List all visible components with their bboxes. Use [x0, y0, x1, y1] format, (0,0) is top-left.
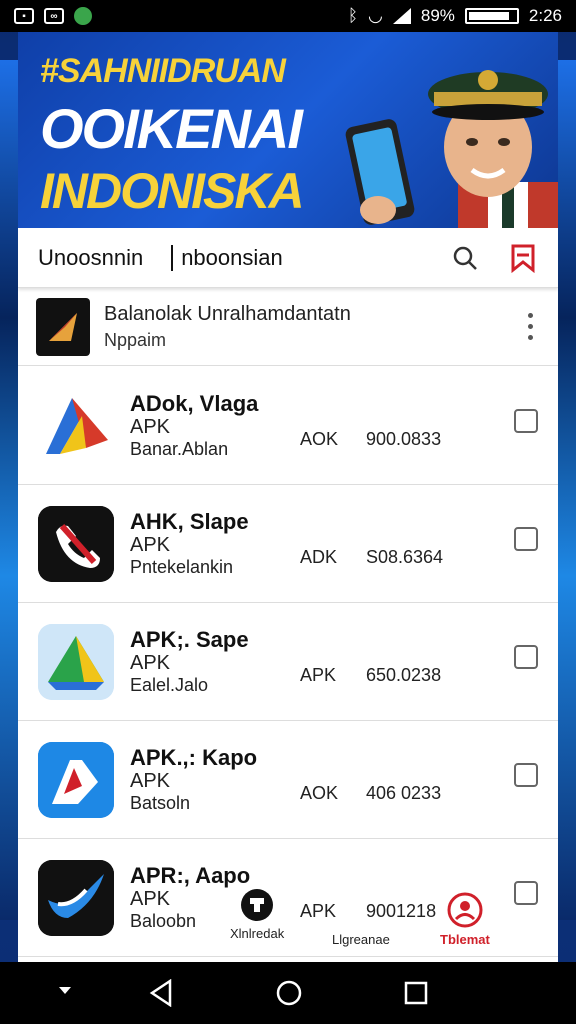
bluetooth-icon: ᛒ — [347, 6, 359, 25]
home-circle-icon[interactable] — [276, 980, 302, 1006]
user-icon — [447, 892, 483, 928]
app-developer: Banar.Ablan — [130, 439, 229, 459]
bottom-tab-bar: Xlnlredak Llgreanae Tblemat — [210, 888, 510, 954]
list-item[interactable]: AHK, Slape APK Pntekelankin ADK S08.6364 — [18, 485, 558, 603]
featured-logo-icon — [36, 297, 90, 356]
select-checkbox[interactable] — [514, 409, 538, 433]
photo-icon: ▪ — [14, 8, 34, 24]
signal-icon — [392, 8, 411, 24]
clock: 2:26 — [528, 6, 562, 25]
recents-icon[interactable] — [404, 981, 428, 1005]
ap-logo-icon — [38, 741, 114, 818]
tab-label: Tblemat — [440, 932, 490, 947]
app-type: APK — [130, 416, 171, 438]
list-item[interactable]: APK.,: Kapo APK Batsoln AOK 406 0233 — [18, 721, 558, 839]
app-developer: Ealel.Jalo — [130, 675, 209, 695]
app-name: APK.,: Kapo — [130, 745, 258, 770]
soldier-illustration — [345, 70, 558, 228]
triangle-logo-icon — [38, 623, 114, 700]
status-bar: ▪ ∞ ᛒ ◡ 89% 2:26 — [0, 0, 576, 32]
list-item[interactable]: APK;. Sape APK Ealel.Jalo APK 650.0238 — [18, 603, 558, 721]
decor-right — [558, 60, 576, 920]
app-type: APK — [130, 652, 171, 674]
app-developer: Baloobn — [130, 911, 197, 931]
toolbar: Unoosnnin nboonsian — [18, 228, 558, 288]
featured-title: Balanolak Unralhamdantatn — [104, 302, 351, 325]
decor-left — [0, 60, 18, 920]
app-developer: Pntekelankin — [130, 557, 234, 577]
app-developer: Batsoln — [130, 793, 191, 813]
home-icon — [241, 889, 274, 921]
tab-home[interactable]: Xlnlredak — [230, 888, 284, 941]
dropdown-icon[interactable] — [58, 986, 72, 996]
banner-line-3: INDONISKA — [40, 163, 305, 219]
app-tag: APK — [300, 665, 337, 685]
battery-percent: 89% — [420, 6, 455, 25]
select-checkbox[interactable] — [514, 881, 538, 905]
select-checkbox[interactable] — [514, 645, 538, 669]
tab-profile[interactable]: Tblemat — [440, 892, 490, 947]
app-size: 900.0833 — [366, 429, 442, 449]
app-name: ADok, Vlaga — [130, 391, 259, 416]
toolbar-title[interactable]: Unoosnnin — [38, 245, 143, 271]
tab-label: Xlnlredak — [230, 926, 285, 941]
app-tag: AOK — [300, 783, 339, 803]
app-name: APR:, Aapo — [130, 863, 251, 888]
app-tag: AOK — [300, 429, 339, 449]
back-icon[interactable] — [148, 979, 174, 1007]
featured-item[interactable]: Balanolak Unralhamdantatn Nppaim — [18, 288, 558, 366]
app-size: 650.0238 — [366, 665, 442, 685]
bird-logo-icon — [38, 859, 114, 936]
list-item[interactable]: ADok, Vlaga APK Banar.Ablan AOK 900.0833 — [18, 367, 558, 485]
select-checkbox[interactable] — [514, 527, 538, 551]
app-size: 406 0233 — [366, 783, 442, 803]
app-icon: ∞ — [44, 8, 64, 24]
promo-banner[interactable]: #SAHNIIDRUAN OOIKENAI INDONISKA — [18, 32, 558, 228]
app-type: APK — [130, 888, 171, 910]
battery-icon — [464, 8, 519, 24]
app-name: APK;. Sape — [130, 627, 249, 652]
toolbar-divider — [171, 244, 174, 271]
search-icon[interactable] — [450, 243, 480, 273]
app-name: AHK, Slape — [130, 509, 249, 534]
bookmark-icon[interactable] — [508, 243, 538, 273]
app-type: APK — [130, 534, 171, 556]
banner-line-2: OOIKENAI — [40, 97, 303, 160]
app-size: S08.6364 — [366, 547, 444, 567]
toolbar-subtitle[interactable]: nboonsian — [181, 245, 283, 271]
app-list-panel: Unoosnnin nboonsian Balanolak Unralhamda… — [18, 228, 558, 962]
phone-logo-icon — [38, 505, 114, 582]
app-tag: ADK — [300, 547, 338, 567]
tab-label: Llgreanae — [332, 932, 390, 947]
banner-line-1: #SAHNIIDRUAN — [40, 52, 286, 90]
wifi-icon: ◡ — [368, 6, 383, 25]
tab-list[interactable]: Llgreanae — [332, 928, 390, 947]
select-checkbox[interactable] — [514, 763, 538, 787]
whatsapp-icon — [74, 7, 92, 25]
red-blue-logo-icon — [38, 387, 114, 464]
app-type: APK — [130, 770, 171, 792]
navigation-bar — [0, 962, 576, 1024]
more-options-icon[interactable] — [520, 313, 540, 340]
featured-subtitle: Nppaim — [104, 329, 167, 350]
